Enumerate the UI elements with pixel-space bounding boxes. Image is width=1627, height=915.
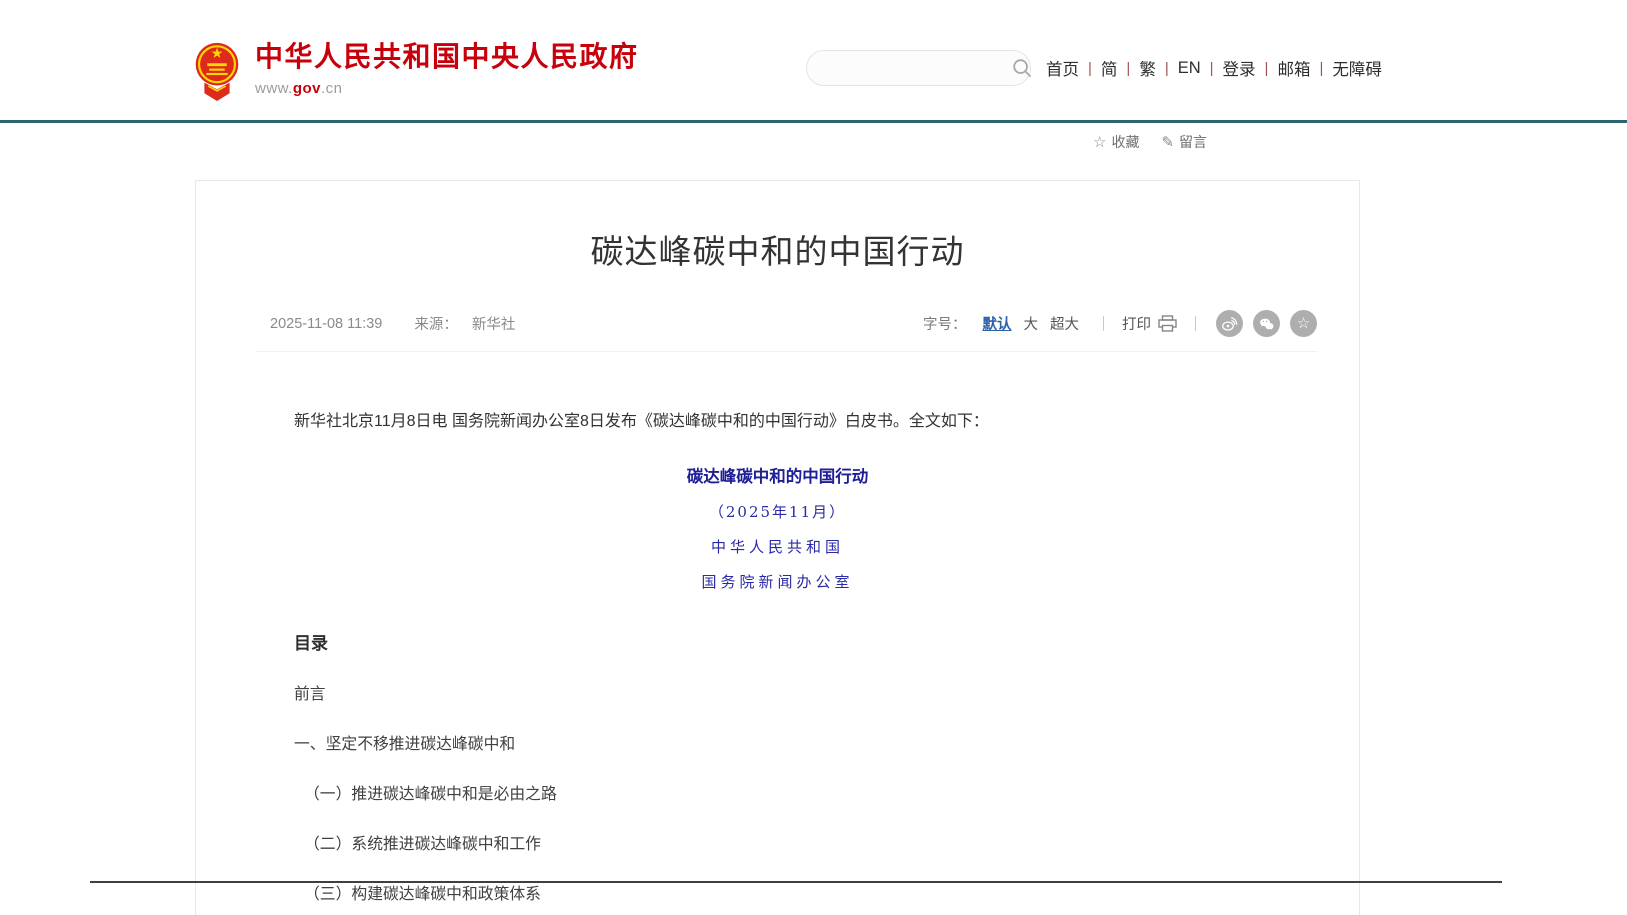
nav-separator: | xyxy=(1318,60,1324,77)
article-title: 碳达峰碳中和的中国行动 xyxy=(196,225,1359,273)
nav-separator: | xyxy=(1087,60,1093,77)
meta-divider xyxy=(1103,316,1104,331)
nav-traditional[interactable]: 繁 xyxy=(1139,56,1156,80)
document-org-line1: 中华人民共和国 xyxy=(294,536,1261,557)
source-value: 新华社 xyxy=(472,313,516,334)
nav-separator: | xyxy=(1164,60,1170,77)
header-divider xyxy=(0,120,1627,123)
pencil-icon: ✎ xyxy=(1161,133,1174,151)
nav-english[interactable]: EN xyxy=(1178,59,1201,78)
star-icon: ☆ xyxy=(1093,133,1106,151)
source-label: 来源： xyxy=(414,313,458,334)
site-identity: 中华人民共和国中央人民政府 www.gov.cn xyxy=(255,40,639,97)
favorite-label: 收藏 xyxy=(1111,132,1139,152)
page-tools: ☆ 收藏 ✎ 留言 xyxy=(1093,132,1207,152)
search-input[interactable] xyxy=(807,52,1012,84)
nav-separator: | xyxy=(1264,60,1270,77)
site-title: 中华人民共和国中央人民政府 xyxy=(255,40,639,74)
top-nav: 首页 | 简 | 繁 | EN | 登录 | 邮箱 | 无障碍 xyxy=(1046,56,1382,80)
site-logo[interactable]: 中华人民共和国中央人民政府 www.gov.cn xyxy=(193,40,639,102)
toc-item: （三）构建碳达峰碳中和政策体系 xyxy=(294,881,1261,904)
font-size-default[interactable]: 默认 xyxy=(983,313,1012,334)
toc-item: 一、坚定不移推进碳达峰碳中和 xyxy=(294,731,1261,754)
document-org-line2: 国务院新闻办公室 xyxy=(294,571,1261,592)
comment-link[interactable]: ✎ 留言 xyxy=(1161,132,1207,152)
url-prefix: www. xyxy=(255,80,293,97)
favorite-link[interactable]: ☆ 收藏 xyxy=(1093,132,1139,152)
url-suffix: .cn xyxy=(321,80,343,97)
publish-date: 2025-11-08 11:39 xyxy=(270,316,382,332)
url-highlight: gov xyxy=(293,80,321,97)
search-icon[interactable] xyxy=(1012,58,1032,78)
share-group: ☆ xyxy=(1216,310,1317,337)
share-weibo-icon[interactable] xyxy=(1216,310,1243,337)
article-meta-row: 2025-11-08 11:39 来源： 新华社 字号： 默认 大 超大 打印 xyxy=(256,310,1317,352)
nav-separator: | xyxy=(1125,60,1131,77)
document-date: （2025年11月） xyxy=(294,501,1261,522)
printer-icon xyxy=(1158,315,1177,332)
print-label: 打印 xyxy=(1122,313,1151,334)
footer-divider xyxy=(90,881,1502,883)
article-meta-right: 字号： 默认 大 超大 打印 xyxy=(923,310,1317,337)
article-container: 碳达峰碳中和的中国行动 2025-11-08 11:39 来源： 新华社 字号：… xyxy=(195,180,1360,915)
print-button[interactable]: 打印 xyxy=(1122,313,1177,334)
search-box xyxy=(806,50,1031,86)
nav-mail[interactable]: 邮箱 xyxy=(1277,56,1310,80)
nav-accessibility[interactable]: 无障碍 xyxy=(1332,56,1382,80)
lead-paragraph: 新华社北京11月8日电 国务院新闻办公室8日发布《碳达峰碳中和的中国行动》白皮书… xyxy=(294,409,1261,435)
font-size-large[interactable]: 大 xyxy=(1024,313,1039,334)
nav-home[interactable]: 首页 xyxy=(1046,56,1079,80)
article-meta-left: 2025-11-08 11:39 来源： 新华社 xyxy=(270,313,515,334)
gov-cn-page: 中华人民共和国中央人民政府 www.gov.cn 首页 | 简 | 繁 | EN… xyxy=(0,0,1627,915)
nav-login[interactable]: 登录 xyxy=(1223,56,1256,80)
site-header: 中华人民共和国中央人民政府 www.gov.cn 首页 | 简 | 繁 | EN… xyxy=(0,0,1627,120)
nav-separator: | xyxy=(1209,60,1215,77)
document-title: 碳达峰碳中和的中国行动 xyxy=(294,463,1261,487)
font-size-label: 字号： xyxy=(923,313,967,334)
toc-item: （一）推进碳达峰碳中和是必由之路 xyxy=(294,781,1261,804)
font-size-xlarge[interactable]: 超大 xyxy=(1050,313,1079,334)
article-body: 新华社北京11月8日电 国务院新闻办公室8日发布《碳达峰碳中和的中国行动》白皮书… xyxy=(196,409,1359,915)
nav-simplified[interactable]: 简 xyxy=(1101,56,1118,80)
star-outline-icon: ☆ xyxy=(1297,316,1310,331)
share-wechat-icon[interactable] xyxy=(1253,310,1280,337)
site-url: www.gov.cn xyxy=(255,80,639,97)
toc-item: （二）系统推进碳达峰碳中和工作 xyxy=(294,831,1261,854)
comment-label: 留言 xyxy=(1179,132,1207,152)
share-favorite-icon[interactable]: ☆ xyxy=(1290,310,1317,337)
national-emblem-icon xyxy=(193,40,241,102)
toc-heading: 目录 xyxy=(294,629,1261,654)
meta-divider xyxy=(1195,316,1196,331)
toc-item: 前言 xyxy=(294,681,1261,704)
